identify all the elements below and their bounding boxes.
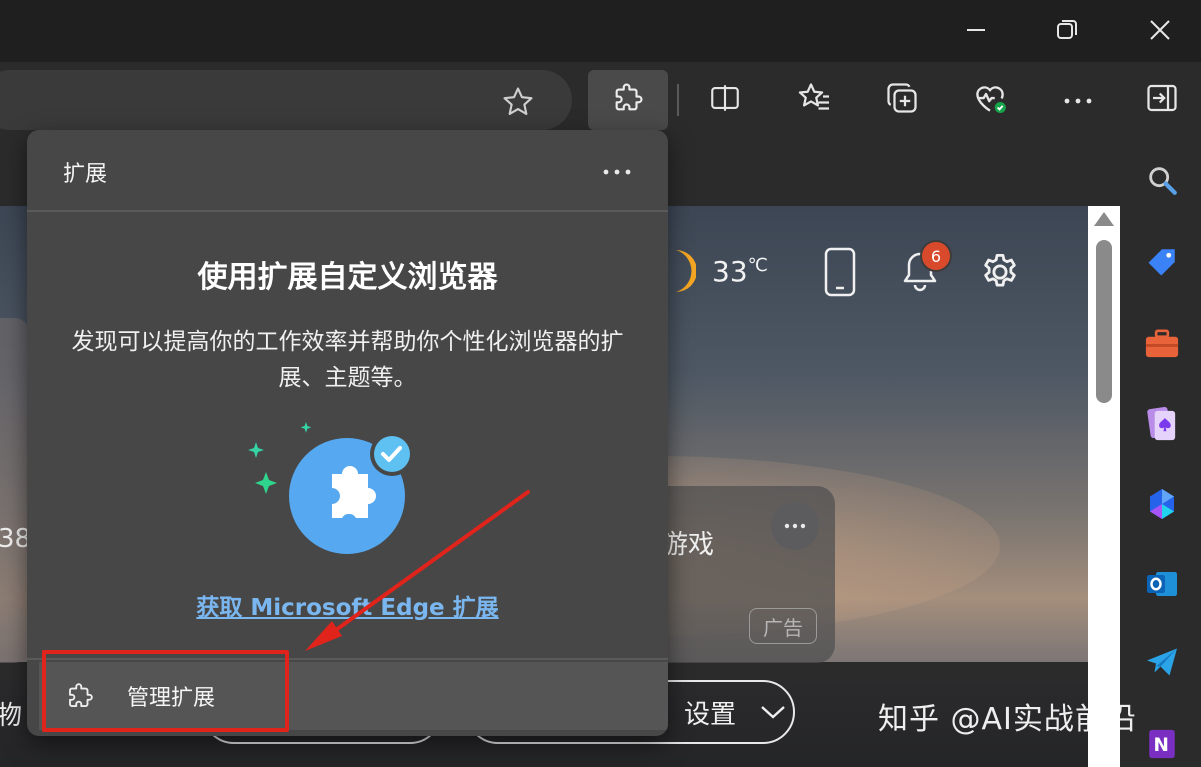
flyout-divider (27, 210, 668, 212)
games-icon[interactable] (1140, 402, 1184, 446)
more-icon (602, 161, 632, 180)
collections-button[interactable] (862, 70, 942, 130)
extensions-illustration-icon (242, 416, 442, 566)
toolbox-icon[interactable] (1140, 322, 1184, 366)
split-screen-button[interactable] (685, 70, 765, 130)
feed-card-left[interactable] (0, 318, 30, 663)
collections-icon (884, 80, 920, 120)
card-more-button[interactable] (771, 502, 819, 550)
svg-text:N: N (1154, 735, 1169, 756)
address-bar[interactable] (0, 70, 572, 130)
star-icon[interactable] (500, 84, 536, 120)
favorites-icon (796, 80, 832, 120)
copilot-icon[interactable] (1140, 482, 1184, 526)
left-pill-text: 物 (0, 701, 23, 731)
browser-essentials-button[interactable] (950, 70, 1030, 130)
tag-icon[interactable] (1140, 240, 1184, 284)
puzzle-icon (611, 81, 645, 119)
scrollbar-thumb[interactable] (1096, 240, 1112, 403)
toolbar (0, 62, 1201, 140)
browser-window: 33℃ 6 38 游戏 广告 物 设置 N 知乎 @AI实战前沿 扩展 使用扩展… (0, 0, 1201, 767)
watermark: 知乎 @AI实战前沿 (878, 702, 1137, 737)
outlook-icon[interactable] (1140, 562, 1184, 606)
temperature[interactable]: 33℃ (712, 255, 768, 288)
onenote-icon[interactable]: N (1140, 722, 1184, 766)
restore-icon[interactable] (1047, 10, 1087, 50)
extensions-flyout: 扩展 使用扩展自定义浏览器 发现可以提高你的工作效率并帮助你个性化浏览器的扩展、… (27, 130, 668, 736)
favorites-button[interactable] (774, 70, 854, 130)
minimize-icon[interactable] (956, 10, 996, 50)
exit-sidebar-icon (1144, 80, 1180, 120)
temperature-unit: ℃ (747, 255, 768, 276)
exit-sidebar-button[interactable] (1122, 70, 1201, 130)
flyout-header: 扩展 (27, 130, 668, 212)
split-screen-icon (708, 81, 742, 119)
ad-label: 广告 (749, 608, 817, 644)
flyout-description: 发现可以提高你的工作效率并帮助你个性化浏览器的扩展、主题等。 (71, 329, 624, 391)
ad-card-title: 游戏 (662, 530, 715, 560)
browser-essentials-icon (971, 79, 1009, 121)
close-icon[interactable] (1140, 10, 1180, 50)
flyout-title: 扩展 (63, 162, 108, 187)
title-bar (0, 0, 1201, 62)
chevron-down-icon (760, 697, 786, 727)
settings-gear-icon[interactable] (978, 250, 1022, 294)
search-icon[interactable] (1140, 158, 1184, 202)
flyout-more-button[interactable] (593, 150, 641, 190)
annotation-highlight-box (42, 650, 289, 732)
flyout-heading: 使用扩展自定义浏览器 (197, 260, 498, 295)
toolbar-divider (677, 84, 679, 116)
settings-pill-label: 设置 (684, 699, 737, 730)
send-icon[interactable] (1140, 640, 1184, 684)
scroll-up-arrow[interactable] (1094, 212, 1114, 226)
more-icon (1063, 91, 1093, 110)
notification-badge: 6 (920, 240, 952, 272)
more-button[interactable] (1038, 70, 1118, 130)
phone-icon[interactable] (822, 246, 858, 298)
extensions-button[interactable] (588, 70, 668, 130)
get-extensions-link[interactable]: 获取 Microsoft Edge 扩展 (27, 588, 668, 622)
